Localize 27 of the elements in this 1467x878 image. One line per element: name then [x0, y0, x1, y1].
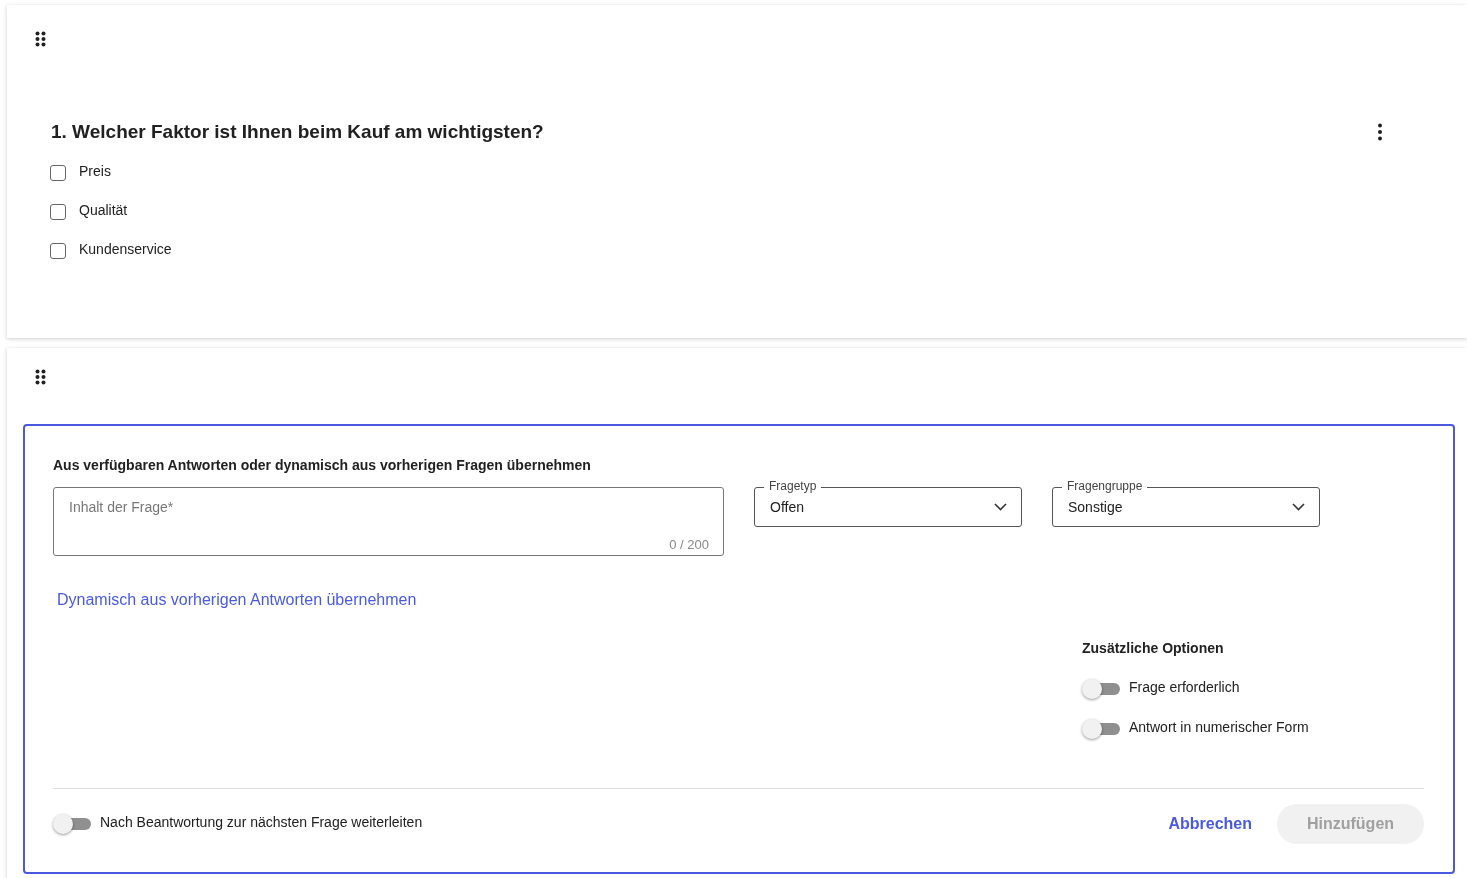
checkbox[interactable] — [50, 243, 66, 259]
character-counter: 0 / 200 — [669, 535, 709, 554]
toggle-label: Antwort in numerischer Form — [1129, 717, 1309, 737]
toggle-switch[interactable] — [1082, 719, 1120, 739]
drag-handle-icon[interactable] — [35, 31, 46, 47]
chevron-down-icon — [994, 503, 1007, 511]
chevron-down-icon — [1292, 503, 1305, 511]
option-label: Preis — [79, 161, 111, 181]
question-title: 1. Welcher Faktor ist Ihnen beim Kauf am wichtigsten? — [51, 120, 544, 144]
toggle-switch[interactable] — [1082, 679, 1120, 699]
checkbox[interactable] — [50, 165, 66, 181]
toggle-label: Frage erforderlich — [1129, 677, 1240, 697]
more-options-icon[interactable] — [1377, 123, 1383, 142]
option-label: Kundenservice — [79, 239, 172, 259]
dropdown-value: Offen — [770, 497, 804, 517]
checkbox[interactable] — [50, 204, 66, 220]
dynamic-answers-link[interactable]: Dynamisch aus vorherigen Antworten übernehmen — [57, 591, 417, 608]
toggle-switch[interactable] — [53, 814, 91, 834]
dropdown-label: Fragengruppe — [1062, 478, 1148, 494]
cancel-button[interactable]: Abbrechen — [1166, 804, 1254, 844]
toggle-label: Nach Beantwortung zur nächsten Frage weiterleiten — [100, 812, 423, 832]
drag-handle-icon[interactable] — [35, 369, 46, 385]
options-title: Zusätzliche Optionen — [1082, 639, 1225, 658]
option-label: Qualität — [79, 200, 128, 220]
dropdown-value: Sonstige — [1068, 497, 1123, 517]
dropdown-label: Fragetyp — [764, 478, 822, 494]
editor-heading: Aus verfügbaren Antworten oder dynamisch aus vorherigen Fragen übernehmen — [53, 456, 592, 475]
